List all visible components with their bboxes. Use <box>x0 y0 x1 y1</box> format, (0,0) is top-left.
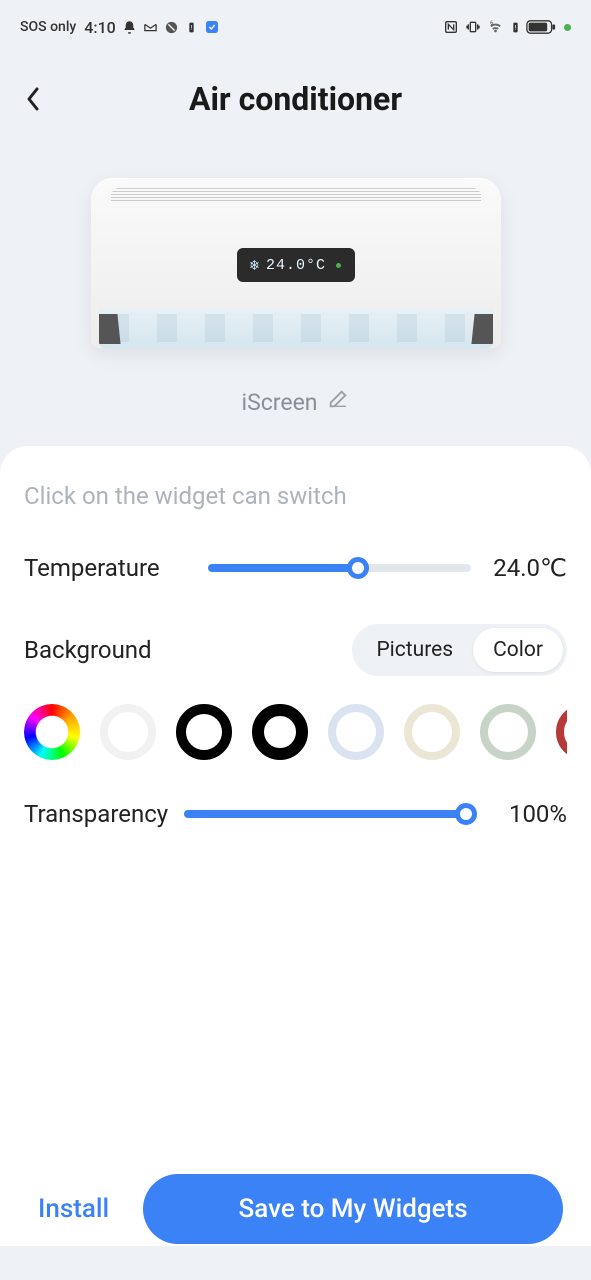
color-black-thin[interactable] <box>176 704 232 760</box>
widget-brand: iScreen <box>242 389 318 416</box>
color-lightblue[interactable] <box>328 704 384 760</box>
wifi-icon: 6 <box>486 19 505 35</box>
color-cream[interactable] <box>404 704 460 760</box>
clock: 4:10 <box>84 18 116 37</box>
privacy-dot <box>564 24 571 31</box>
warn-icon: ! <box>509 20 522 35</box>
bell-icon <box>122 20 137 35</box>
vibrate-icon <box>464 19 482 35</box>
back-button[interactable] <box>24 85 42 113</box>
color-red[interactable] <box>556 704 567 760</box>
carrier-text: SOS only <box>20 19 76 35</box>
battery-icon <box>526 19 556 35</box>
color-swatch-row <box>24 704 567 760</box>
seg-pictures[interactable]: Pictures <box>356 628 473 672</box>
snowflake-icon: ❄ <box>250 256 260 275</box>
ac-temp-readout: 24.0°C <box>266 257 326 274</box>
header: Air conditioner <box>0 50 591 138</box>
info-icon: ! <box>185 20 198 35</box>
color-picker-rainbow[interactable] <box>24 704 80 760</box>
bottom-bar: Install Save to My Widgets <box>0 1174 591 1244</box>
mail-icon <box>143 20 158 35</box>
background-segmented: Pictures Color <box>352 624 567 676</box>
seg-color[interactable]: Color <box>473 628 563 672</box>
background-row: Background Pictures Color <box>24 624 567 676</box>
status-bar: SOS only 4:10 ! 6 ! <box>0 0 591 50</box>
ac-unit: ❄ 24.0°C <box>91 178 501 348</box>
temperature-row: Temperature 24.0℃ <box>24 554 567 582</box>
status-left: SOS only 4:10 ! <box>20 18 220 37</box>
hint-text: Click on the widget can switch <box>24 482 567 510</box>
power-led <box>336 263 341 268</box>
transparency-value: 100% <box>491 800 567 828</box>
transparency-slider[interactable] <box>184 802 475 826</box>
save-button[interactable]: Save to My Widgets <box>143 1174 563 1244</box>
ac-display: ❄ 24.0°C <box>237 248 355 282</box>
temperature-label: Temperature <box>24 554 192 582</box>
install-button[interactable]: Install <box>28 1180 119 1238</box>
transparency-row: Transparency 100% <box>24 800 567 828</box>
svg-text:6: 6 <box>490 20 493 26</box>
temperature-slider[interactable] <box>208 556 471 580</box>
nfc-icon <box>442 19 460 35</box>
block-icon <box>164 20 179 35</box>
color-white[interactable] <box>100 704 156 760</box>
settings-panel: Click on the widget can switch Temperatu… <box>0 446 591 1246</box>
background-label: Background <box>24 636 152 664</box>
widget-preview[interactable]: ❄ 24.0°C <box>0 138 591 368</box>
temperature-value: 24.0℃ <box>487 554 567 582</box>
app-icon <box>204 19 220 35</box>
color-black-thick[interactable] <box>252 704 308 760</box>
color-sage[interactable] <box>480 704 536 760</box>
status-right: 6 ! <box>442 19 571 35</box>
page-title: Air conditioner <box>24 80 567 118</box>
transparency-label: Transparency <box>24 800 168 828</box>
widget-name-row[interactable]: iScreen <box>0 368 591 446</box>
edit-icon[interactable] <box>327 388 349 416</box>
